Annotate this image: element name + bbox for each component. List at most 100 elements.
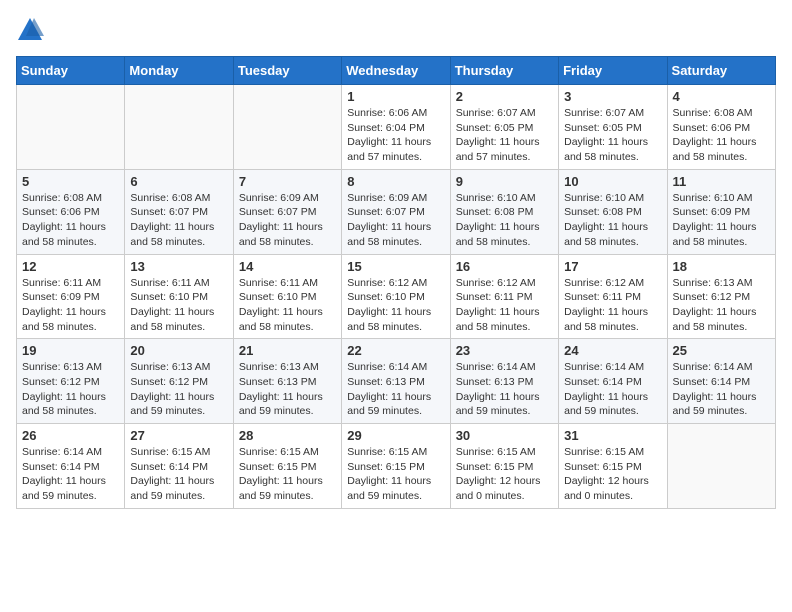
calendar-day-header: Friday: [559, 57, 667, 85]
calendar-day-cell: 7 Sunrise: 6:09 AM Sunset: 6:07 PM Daylig…: [233, 169, 341, 254]
calendar-day-cell: 28 Sunrise: 6:15 AM Sunset: 6:15 PM Dayli…: [233, 424, 341, 509]
day-info: Sunrise: 6:10 AM Sunset: 6:08 PM Dayligh…: [564, 191, 661, 250]
day-number: 6: [130, 174, 227, 189]
day-info: Sunrise: 6:15 AM Sunset: 6:15 PM Dayligh…: [564, 445, 661, 504]
calendar-day-cell: 19 Sunrise: 6:13 AM Sunset: 6:12 PM Dayli…: [17, 339, 125, 424]
day-number: 31: [564, 428, 661, 443]
day-info: Sunrise: 6:13 AM Sunset: 6:12 PM Dayligh…: [22, 360, 119, 419]
calendar-day-cell: 5 Sunrise: 6:08 AM Sunset: 6:06 PM Daylig…: [17, 169, 125, 254]
calendar-day-cell: 16 Sunrise: 6:12 AM Sunset: 6:11 PM Dayli…: [450, 254, 558, 339]
day-info: Sunrise: 6:09 AM Sunset: 6:07 PM Dayligh…: [239, 191, 336, 250]
calendar-day-cell: [667, 424, 775, 509]
calendar-day-cell: 6Sunrise: 6:08 AM Sunset: 6:07 PM Daylig…: [125, 169, 233, 254]
day-number: 10: [564, 174, 661, 189]
logo: [16, 16, 46, 44]
day-number: 18: [673, 259, 770, 274]
day-number: 27: [130, 428, 227, 443]
day-number: 1: [347, 89, 444, 104]
calendar-day-header: Tuesday: [233, 57, 341, 85]
day-number: 2: [456, 89, 553, 104]
calendar-day-cell: [233, 85, 341, 170]
calendar-table: SundayMondayTuesdayWednesdayThursdayFrid…: [16, 56, 776, 509]
day-number: 9: [456, 174, 553, 189]
day-number: 13: [130, 259, 227, 274]
day-number: 29: [347, 428, 444, 443]
calendar-day-cell: 13Sunrise: 6:11 AM Sunset: 6:10 PM Dayli…: [125, 254, 233, 339]
calendar-week-row: 12Sunrise: 6:11 AM Sunset: 6:09 PM Dayli…: [17, 254, 776, 339]
calendar-day-cell: 26 Sunrise: 6:14 AM Sunset: 6:14 PM Dayli…: [17, 424, 125, 509]
calendar-day-cell: 12Sunrise: 6:11 AM Sunset: 6:09 PM Dayli…: [17, 254, 125, 339]
day-info: Sunrise: 6:14 AM Sunset: 6:13 PM Dayligh…: [456, 360, 553, 419]
day-number: 14: [239, 259, 336, 274]
day-number: 8: [347, 174, 444, 189]
day-number: 22: [347, 343, 444, 358]
day-number: 24: [564, 343, 661, 358]
calendar-day-cell: 10 Sunrise: 6:10 AM Sunset: 6:08 PM Dayli…: [559, 169, 667, 254]
day-number: 11: [673, 174, 770, 189]
calendar-day-cell: 4 Sunrise: 6:08 AM Sunset: 6:06 PM Daylig…: [667, 85, 775, 170]
calendar-week-row: 19 Sunrise: 6:13 AM Sunset: 6:12 PM Dayli…: [17, 339, 776, 424]
calendar-day-cell: 2 Sunrise: 6:07 AM Sunset: 6:05 PM Daylig…: [450, 85, 558, 170]
calendar-day-cell: 25 Sunrise: 6:14 AM Sunset: 6:14 PM Dayli…: [667, 339, 775, 424]
day-info: Sunrise: 6:15 AM Sunset: 6:14 PM Dayligh…: [130, 445, 227, 504]
day-info: Sunrise: 6:12 AM Sunset: 6:11 PM Dayligh…: [456, 276, 553, 335]
day-number: 26: [22, 428, 119, 443]
day-info: Sunrise: 6:13 AM Sunset: 6:12 PM Dayligh…: [130, 360, 227, 419]
day-info: Sunrise: 6:13 AM Sunset: 6:13 PM Dayligh…: [239, 360, 336, 419]
day-number: 19: [22, 343, 119, 358]
calendar-day-cell: 3Sunrise: 6:07 AM Sunset: 6:05 PM Daylig…: [559, 85, 667, 170]
day-info: Sunrise: 6:10 AM Sunset: 6:09 PM Dayligh…: [673, 191, 770, 250]
calendar-day-cell: 1Sunrise: 6:06 AM Sunset: 6:04 PM Daylig…: [342, 85, 450, 170]
day-info: Sunrise: 6:14 AM Sunset: 6:14 PM Dayligh…: [564, 360, 661, 419]
calendar-day-cell: 30 Sunrise: 6:15 AM Sunset: 6:15 PM Dayli…: [450, 424, 558, 509]
calendar-day-cell: 14 Sunrise: 6:11 AM Sunset: 6:10 PM Dayli…: [233, 254, 341, 339]
calendar-day-header: Saturday: [667, 57, 775, 85]
calendar-day-cell: 29Sunrise: 6:15 AM Sunset: 6:15 PM Dayli…: [342, 424, 450, 509]
day-number: 12: [22, 259, 119, 274]
day-number: 20: [130, 343, 227, 358]
day-number: 25: [673, 343, 770, 358]
calendar-day-cell: 23 Sunrise: 6:14 AM Sunset: 6:13 PM Dayli…: [450, 339, 558, 424]
day-number: 30: [456, 428, 553, 443]
calendar-day-cell: 20 Sunrise: 6:13 AM Sunset: 6:12 PM Dayli…: [125, 339, 233, 424]
day-info: Sunrise: 6:08 AM Sunset: 6:06 PM Dayligh…: [22, 191, 119, 250]
page-header: [16, 16, 776, 44]
day-info: Sunrise: 6:08 AM Sunset: 6:06 PM Dayligh…: [673, 106, 770, 165]
calendar-day-cell: 9 Sunrise: 6:10 AM Sunset: 6:08 PM Daylig…: [450, 169, 558, 254]
calendar-day-cell: 31 Sunrise: 6:15 AM Sunset: 6:15 PM Dayli…: [559, 424, 667, 509]
calendar-day-cell: 11 Sunrise: 6:10 AM Sunset: 6:09 PM Dayli…: [667, 169, 775, 254]
day-info: Sunrise: 6:10 AM Sunset: 6:08 PM Dayligh…: [456, 191, 553, 250]
calendar-day-cell: 27 Sunrise: 6:15 AM Sunset: 6:14 PM Dayli…: [125, 424, 233, 509]
day-number: 7: [239, 174, 336, 189]
day-info: Sunrise: 6:11 AM Sunset: 6:10 PM Dayligh…: [239, 276, 336, 335]
calendar-week-row: 5 Sunrise: 6:08 AM Sunset: 6:06 PM Daylig…: [17, 169, 776, 254]
calendar-day-cell: 22 Sunrise: 6:14 AM Sunset: 6:13 PM Dayli…: [342, 339, 450, 424]
logo-icon: [16, 16, 44, 44]
day-number: 4: [673, 89, 770, 104]
day-info: Sunrise: 6:14 AM Sunset: 6:14 PM Dayligh…: [22, 445, 119, 504]
calendar-week-row: 1Sunrise: 6:06 AM Sunset: 6:04 PM Daylig…: [17, 85, 776, 170]
day-info: Sunrise: 6:15 AM Sunset: 6:15 PM Dayligh…: [456, 445, 553, 504]
day-number: 16: [456, 259, 553, 274]
calendar-day-cell: 15 Sunrise: 6:12 AM Sunset: 6:10 PM Dayli…: [342, 254, 450, 339]
day-info: Sunrise: 6:07 AM Sunset: 6:05 PM Dayligh…: [456, 106, 553, 165]
calendar-day-cell: [125, 85, 233, 170]
day-info: Sunrise: 6:09 AM Sunset: 6:07 PM Dayligh…: [347, 191, 444, 250]
calendar-header-row: SundayMondayTuesdayWednesdayThursdayFrid…: [17, 57, 776, 85]
day-number: 5: [22, 174, 119, 189]
calendar-day-header: Thursday: [450, 57, 558, 85]
calendar-day-cell: 8 Sunrise: 6:09 AM Sunset: 6:07 PM Daylig…: [342, 169, 450, 254]
day-number: 23: [456, 343, 553, 358]
calendar-day-cell: 18Sunrise: 6:13 AM Sunset: 6:12 PM Dayli…: [667, 254, 775, 339]
day-info: Sunrise: 6:14 AM Sunset: 6:14 PM Dayligh…: [673, 360, 770, 419]
day-number: 17: [564, 259, 661, 274]
day-info: Sunrise: 6:15 AM Sunset: 6:15 PM Dayligh…: [239, 445, 336, 504]
calendar-day-cell: 21Sunrise: 6:13 AM Sunset: 6:13 PM Dayli…: [233, 339, 341, 424]
day-info: Sunrise: 6:14 AM Sunset: 6:13 PM Dayligh…: [347, 360, 444, 419]
day-number: 3: [564, 89, 661, 104]
day-info: Sunrise: 6:12 AM Sunset: 6:10 PM Dayligh…: [347, 276, 444, 335]
day-number: 28: [239, 428, 336, 443]
calendar-day-cell: 17Sunrise: 6:12 AM Sunset: 6:11 PM Dayli…: [559, 254, 667, 339]
day-number: 15: [347, 259, 444, 274]
calendar-day-header: Wednesday: [342, 57, 450, 85]
